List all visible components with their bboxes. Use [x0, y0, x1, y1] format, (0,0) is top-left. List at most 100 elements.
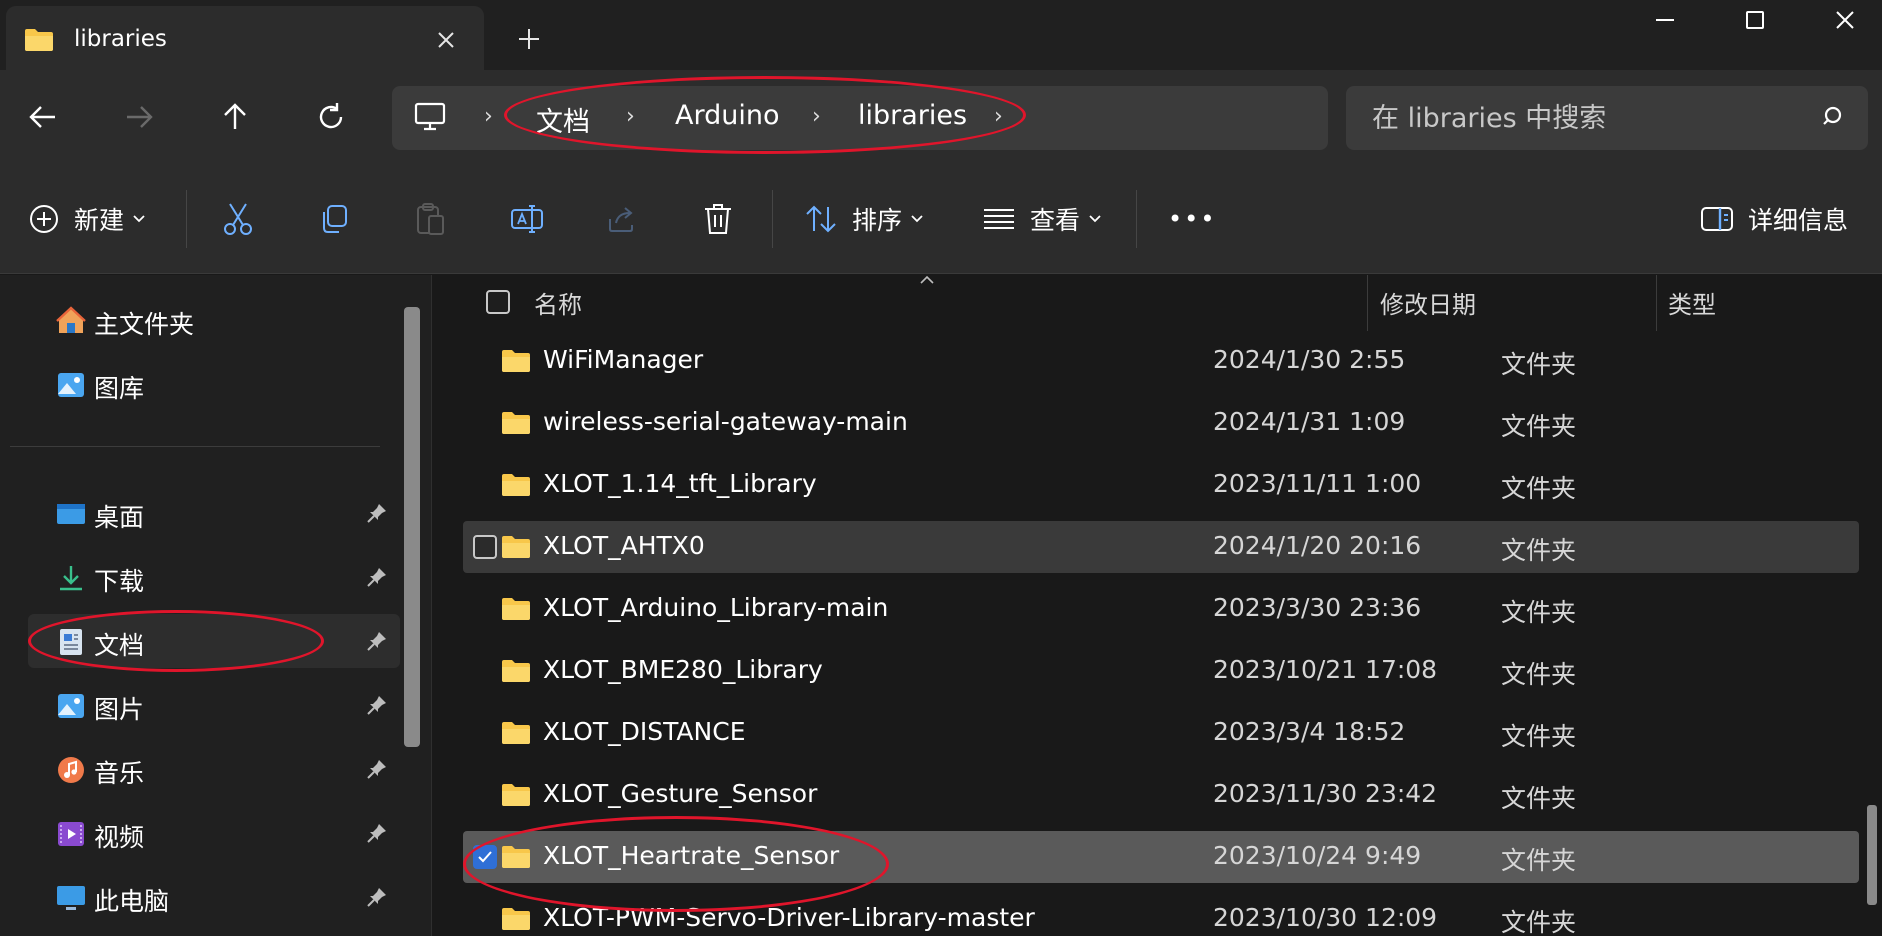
sidebar-item-pictures[interactable]: 图片: [28, 678, 400, 732]
scissors-icon: [224, 203, 252, 235]
sidebar-item-label: 文档: [94, 631, 145, 660]
sidebar-item-desktop[interactable]: 桌面: [28, 486, 400, 540]
clipboard-icon: [417, 203, 444, 235]
table-row[interactable]: WiFiManager 2024/1/30 2:55 文件夹: [463, 335, 1859, 387]
table-row[interactable]: XLOT_BME280_Library 2023/10/21 17:08 文件夹: [463, 645, 1859, 697]
breadcrumb-chevron-icon[interactable]: ›: [626, 104, 635, 129]
pin-icon[interactable]: [366, 694, 388, 716]
details-pane-button[interactable]: 详细信息: [1700, 194, 1848, 244]
delete-button[interactable]: [702, 194, 734, 244]
folder-icon: [25, 29, 53, 51]
share-button[interactable]: [606, 194, 638, 244]
search-icon[interactable]: [1822, 104, 1848, 130]
file-list-scrollbar[interactable]: [1867, 805, 1877, 905]
sidebar-item-documents[interactable]: 文档: [28, 614, 400, 668]
view-list-icon: [984, 209, 1014, 229]
paste-button[interactable]: [414, 194, 446, 244]
up-button[interactable]: [212, 94, 258, 140]
more-options-button[interactable]: •••: [1168, 194, 1216, 244]
view-button[interactable]: 查看: [982, 194, 1102, 244]
file-modified-date: 2023/10/30 12:09: [1213, 903, 1438, 932]
table-row[interactable]: XLOT_Arduino_Library-main 2023/3/30 23:36…: [463, 583, 1859, 635]
sidebar-item-label: 主文件夹: [94, 310, 195, 339]
breadcrumb-chevron-icon[interactable]: ›: [812, 104, 821, 129]
back-button[interactable]: [20, 94, 66, 140]
breadcrumb-chevron-icon[interactable]: ›: [994, 104, 1003, 129]
table-row[interactable]: XLOT_AHTX0 2024/1/20 20:16 文件夹: [463, 521, 1859, 573]
address-bar[interactable]: › 文档 › Arduino › libraries ›: [392, 86, 1328, 150]
row-checkbox[interactable]: [473, 845, 497, 869]
column-header-row: 名称 修改日期 类型: [433, 275, 1882, 331]
forward-button[interactable]: [116, 94, 162, 140]
file-name: wireless-serial-gateway-main: [543, 407, 908, 436]
table-row[interactable]: XLOT_Gesture_Sensor 2023/11/30 23:42 文件夹: [463, 769, 1859, 821]
breadcrumb-chevron-icon[interactable]: ›: [484, 104, 493, 129]
sidebar-item-gallery[interactable]: 图库: [28, 357, 400, 411]
search-input[interactable]: [1372, 98, 1792, 138]
sidebar-item-label: 此电脑: [94, 887, 170, 916]
this-pc-icon: [57, 886, 85, 910]
toolbar-divider: [772, 190, 773, 248]
sidebar-item-downloads[interactable]: 下载: [28, 550, 400, 604]
file-modified-date: 2024/1/31 1:09: [1213, 407, 1406, 436]
rename-button[interactable]: [510, 194, 544, 244]
close-tab-icon[interactable]: [430, 24, 462, 56]
home-icon: [56, 306, 86, 333]
pin-icon[interactable]: [366, 758, 388, 780]
maximize-button[interactable]: [1710, 0, 1800, 40]
sort-button[interactable]: 排序: [804, 194, 924, 244]
folder-icon: [502, 474, 530, 496]
refresh-button[interactable]: [308, 94, 354, 140]
close-window-button[interactable]: [1800, 0, 1882, 40]
pin-icon[interactable]: [366, 502, 388, 524]
search-box[interactable]: [1346, 86, 1868, 150]
toolbar-divider: [186, 190, 187, 248]
copy-button[interactable]: [318, 194, 350, 244]
folder-icon: [502, 908, 530, 930]
title-bar: libraries: [0, 0, 1882, 70]
sidebar-item-this-pc[interactable]: 此电脑: [28, 870, 400, 924]
breadcrumb-documents[interactable]: 文档: [536, 100, 590, 139]
file-name: XLOT_Heartrate_Sensor: [543, 841, 840, 870]
table-row[interactable]: XLOT-PWM-Servo-Driver-Library-master 2023…: [463, 893, 1859, 936]
file-modified-date: 2023/10/24 9:49: [1213, 841, 1422, 870]
column-divider[interactable]: [1656, 275, 1657, 331]
details-pane-icon: [1701, 207, 1733, 231]
pin-icon[interactable]: [366, 566, 388, 588]
chevron-down-icon: [1089, 215, 1101, 223]
table-row[interactable]: wireless-serial-gateway-main 2024/1/31 1:…: [463, 397, 1859, 449]
pin-icon[interactable]: [366, 630, 388, 652]
cut-button[interactable]: [222, 194, 254, 244]
column-modified[interactable]: 修改日期: [1380, 285, 1476, 320]
folder-icon: [502, 846, 530, 868]
minimize-button[interactable]: [1620, 0, 1710, 40]
sort-ascending-icon: [920, 275, 934, 284]
row-checkbox[interactable]: [473, 535, 497, 559]
computer-icon[interactable]: [414, 102, 446, 132]
navigation-pane: 主文件夹 图库 桌面 下载 文档 图片 音乐 视频 此电脑: [0, 275, 432, 936]
pin-icon[interactable]: [366, 822, 388, 844]
file-type: 文件夹: [1501, 908, 1577, 936]
file-modified-date: 2023/11/11 1:00: [1213, 469, 1422, 498]
sidebar-item-home[interactable]: 主文件夹: [28, 293, 400, 347]
column-name[interactable]: 名称: [534, 285, 582, 320]
sidebar-item-videos[interactable]: 视频: [28, 806, 400, 860]
videos-icon: [58, 822, 84, 846]
tab-libraries[interactable]: libraries: [6, 6, 484, 70]
column-divider[interactable]: [1367, 275, 1368, 331]
folder-icon: [502, 784, 530, 806]
select-all-checkbox[interactable]: [486, 290, 510, 314]
table-row[interactable]: XLOT_1.14_tft_Library 2023/11/11 1:00 文件夹: [463, 459, 1859, 511]
pin-icon[interactable]: [366, 886, 388, 908]
breadcrumb-arduino[interactable]: Arduino: [675, 100, 779, 131]
column-type[interactable]: 类型: [1668, 285, 1716, 320]
new-button[interactable]: 新建: [28, 194, 146, 244]
new-tab-icon[interactable]: [512, 22, 546, 56]
table-row[interactable]: XLOT_DISTANCE 2023/3/4 18:52 文件夹: [463, 707, 1859, 759]
pictures-icon: [58, 694, 84, 718]
sidebar-item-music[interactable]: 音乐: [28, 742, 400, 796]
file-type: 文件夹: [1501, 722, 1577, 751]
sidebar-scrollbar[interactable]: [404, 307, 420, 747]
breadcrumb-libraries[interactable]: libraries: [858, 100, 967, 131]
table-row[interactable]: XLOT_Heartrate_Sensor 2023/10/24 9:49 文件夹: [463, 831, 1859, 883]
